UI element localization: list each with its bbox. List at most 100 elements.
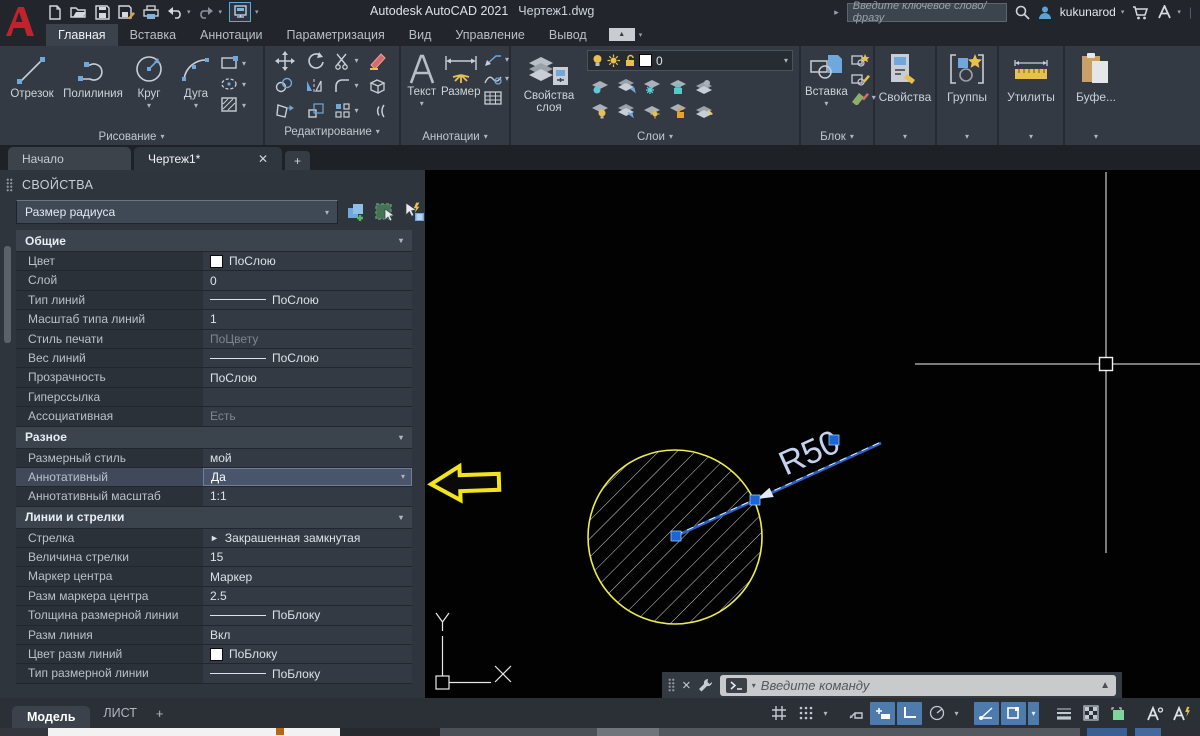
rotate-icon[interactable] <box>306 51 325 70</box>
property-value[interactable]: мой <box>203 448 412 467</box>
property-value[interactable]: 0 <box>203 271 412 290</box>
polyline-button[interactable]: Полилиния <box>62 50 124 100</box>
utilities-button[interactable]: Утилиты <box>999 46 1063 128</box>
property-row[interactable]: Стиль печати ПоЦвету <box>16 329 412 349</box>
property-value[interactable]: ПоСлою <box>203 348 412 368</box>
layer-unisolate-icon[interactable] <box>616 78 636 95</box>
save-as-icon[interactable] <box>118 4 135 20</box>
qat-dropdown-icon[interactable]: ▾ <box>255 8 259 16</box>
fillet-dropdown-icon[interactable]: ▾ <box>354 81 358 90</box>
property-value[interactable]: 1:1 <box>203 487 412 506</box>
property-row[interactable]: Толщина размерной линии ПоБлоку <box>16 606 412 626</box>
property-value[interactable]: Маркер <box>203 567 412 586</box>
drawing-viewport[interactable]: R50 <box>425 170 1200 698</box>
select-objects-icon[interactable] <box>374 201 396 223</box>
ribbon-minimize-dropdown-icon[interactable]: ▾ <box>639 31 643 39</box>
search-input[interactable]: Введите ключевое слово/фразу <box>846 0 1007 24</box>
property-value[interactable]: ПоСлою <box>203 290 412 310</box>
line-button[interactable]: Отрезок <box>4 50 60 100</box>
cart-icon[interactable] <box>1132 5 1149 20</box>
autocad-logo[interactable] <box>0 0 38 42</box>
property-row[interactable]: Размерный стиль мой <box>16 448 412 468</box>
groups-button[interactable]: Группы <box>937 46 997 128</box>
property-value[interactable]: ПоБлоку <box>203 606 412 625</box>
autodesk-menu-icon[interactable] <box>1157 5 1172 19</box>
workspace-icon[interactable] <box>229 2 252 22</box>
property-row[interactable]: Прозрачность ПоСлою <box>16 368 412 388</box>
autodesk-dropdown-icon[interactable]: ▾ <box>1177 8 1181 16</box>
arc-dropdown-icon[interactable]: ▾ <box>194 101 198 110</box>
hatch-dropdown-icon[interactable]: ▾ <box>242 101 246 110</box>
panel-annotate-label[interactable]: Аннотации ▾ <box>401 128 509 145</box>
layer-match-icon[interactable] <box>616 102 636 119</box>
dynamic-input-icon[interactable] <box>843 702 868 725</box>
property-row[interactable]: Маркер центра Маркер <box>16 567 412 587</box>
property-value[interactable]: Есть <box>203 407 412 426</box>
command-close-icon[interactable]: × <box>682 678 691 693</box>
layer-properties-button[interactable]: Свойства слоя <box>517 50 581 114</box>
trim-dropdown-icon[interactable]: ▾ <box>354 56 358 65</box>
model-tab[interactable]: Модель <box>12 706 91 728</box>
lineweight-icon[interactable] <box>1051 702 1076 725</box>
layer-isolate-icon[interactable] <box>590 78 610 95</box>
file-tab-drawing1[interactable]: Чертеж1* ✕ <box>134 147 282 170</box>
property-value[interactable]: Да ▾ <box>203 467 412 487</box>
new-file-icon[interactable] <box>46 4 63 20</box>
property-value[interactable]: ПоБлоку <box>203 645 412 664</box>
rectangle-dropdown-icon[interactable]: ▾ <box>242 59 246 68</box>
property-row[interactable]: Величина стрелки 15 <box>16 548 412 568</box>
block-attributes-icon[interactable]: ▾ <box>850 90 876 105</box>
circle-dropdown-icon[interactable]: ▾ <box>147 101 151 110</box>
file-tab-start[interactable]: Начало <box>8 147 131 170</box>
copy-icon[interactable] <box>275 77 294 94</box>
dimension-button[interactable]: Размер <box>440 50 481 98</box>
explode-icon[interactable] <box>368 77 387 95</box>
flyout-arrow-icon[interactable]: ▸ <box>834 7 839 18</box>
layer-paint-icon[interactable] <box>694 102 714 119</box>
edit-block-icon[interactable] <box>850 71 876 86</box>
palette-header[interactable]: СВОЙСТВА <box>0 170 425 199</box>
clipboard-button[interactable]: Буфе... <box>1065 46 1127 128</box>
property-row[interactable]: Масштаб типа линий 1 <box>16 310 412 330</box>
panel-properties-expand[interactable]: ▾ <box>875 128 935 145</box>
redo-icon[interactable] <box>198 4 215 20</box>
property-value[interactable]: ПоЦвету <box>203 329 412 348</box>
ortho-mode-icon[interactable] <box>897 701 922 725</box>
search-icon[interactable] <box>1015 5 1030 20</box>
osnap-dropdown-icon[interactable]: ▾ <box>1028 701 1039 725</box>
ribbon-tab[interactable]: Параметризация <box>275 24 397 46</box>
property-section-header[interactable]: Линии и стрелки ▾ <box>16 506 412 529</box>
offset-icon[interactable] <box>368 102 387 119</box>
panel-groups-expand[interactable]: ▾ <box>937 128 997 145</box>
circle-button[interactable]: Круг ▾ <box>126 50 172 110</box>
save-icon[interactable] <box>94 4 111 20</box>
rectangle-icon[interactable] <box>220 54 240 72</box>
revcloud-dropdown-icon[interactable]: ▾ <box>505 74 509 83</box>
panel-layers-label[interactable]: Слои ▾ <box>511 128 799 145</box>
property-row[interactable]: Разм маркера центра 2.5 <box>16 586 412 607</box>
mirror-icon[interactable] <box>306 77 325 94</box>
property-value[interactable]: 1 <box>203 310 412 329</box>
layout-tab[interactable]: ЛИСТ <box>90 706 149 720</box>
annotation-autoscale-icon[interactable] <box>1169 702 1194 725</box>
snap-dropdown-icon[interactable]: ▾ <box>820 702 831 725</box>
property-value[interactable]: ПоСлою <box>203 252 412 271</box>
panel-edit-label[interactable]: Редактирование ▾ <box>265 123 399 140</box>
annotation-visibility-icon[interactable] <box>1142 702 1167 725</box>
ellipse-dropdown-icon[interactable]: ▾ <box>242 80 246 89</box>
property-row[interactable]: Цвет разм линий ПоБлоку <box>16 645 412 665</box>
create-block-icon[interactable] <box>850 52 876 67</box>
command-customize-icon[interactable] <box>698 678 713 692</box>
property-row[interactable]: Стрелка ► Закрашенная замкнутая <box>16 528 412 549</box>
layer-unlock-all-icon[interactable] <box>668 102 688 119</box>
property-section-header[interactable]: Общие ▾ <box>16 230 412 252</box>
insert-block-button[interactable]: Вставка ▾ <box>805 50 848 108</box>
layer-dropdown[interactable]: 0 ▾ <box>587 50 793 71</box>
command-prompt-icon[interactable] <box>725 677 747 693</box>
snap-toggle-icon[interactable] <box>793 702 818 725</box>
property-value[interactable]: ПоБлоку <box>203 664 412 683</box>
property-value[interactable]: 15 <box>203 548 412 567</box>
hatch-icon[interactable] <box>220 96 240 114</box>
fillet-icon[interactable]: ▾ <box>334 78 359 94</box>
property-row[interactable]: Тип линий ПоСлою <box>16 290 412 311</box>
